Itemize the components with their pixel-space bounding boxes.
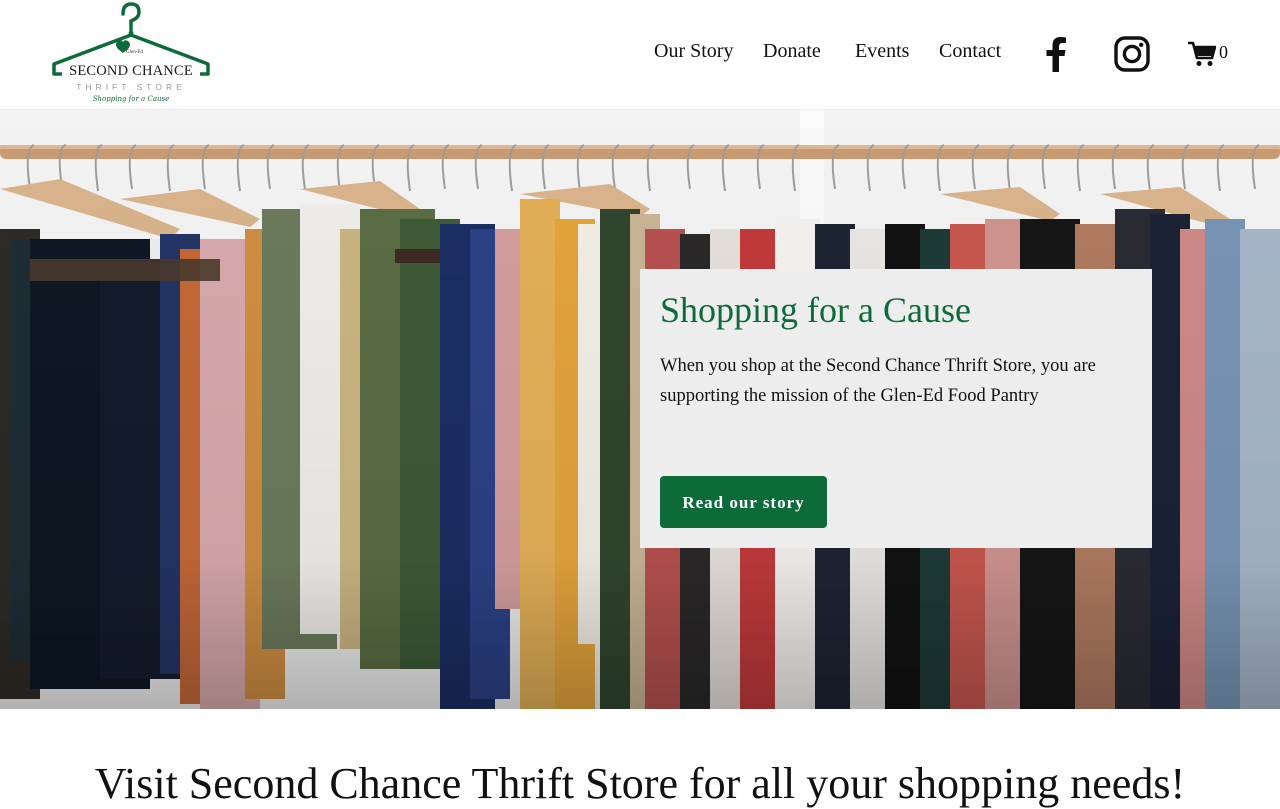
logo-tagline: Shopping for a Cause (92, 95, 170, 103)
site-header: Glen-Ed SECOND CHANCE THRIFT STORE Shopp… (0, 0, 1280, 109)
nav-donate[interactable]: Donate (763, 40, 821, 63)
hero-card: Shopping for a Cause When you shop at th… (640, 269, 1152, 548)
hero-card-title: Shopping for a Cause (660, 290, 971, 330)
logo-name: SECOND CHANCE (69, 63, 193, 79)
section-heading: Visit Second Chance Thrift Store for all… (94, 759, 1186, 808)
nav-contact[interactable]: Contact (939, 40, 1001, 63)
facebook-icon[interactable] (1042, 36, 1070, 72)
hero-card-text: When you shop at the Second Chance Thrif… (660, 356, 1096, 406)
cart-count[interactable]: 0 (1219, 42, 1228, 63)
read-our-story-button[interactable]: Read our story (660, 476, 827, 528)
instagram-icon[interactable] (1114, 36, 1150, 72)
cart-icon[interactable] (1188, 41, 1216, 67)
hero-banner: Shopping for a Cause When you shop at th… (0, 109, 1280, 709)
logo-subtitle: THRIFT STORE (76, 82, 186, 92)
logo-small-text: Glen-Ed (126, 50, 143, 55)
store-logo[interactable]: Glen-Ed SECOND CHANCE THRIFT STORE Shopp… (50, 2, 212, 106)
nav-our-story[interactable]: Our Story (654, 40, 733, 63)
nav-events[interactable]: Events (855, 40, 909, 63)
